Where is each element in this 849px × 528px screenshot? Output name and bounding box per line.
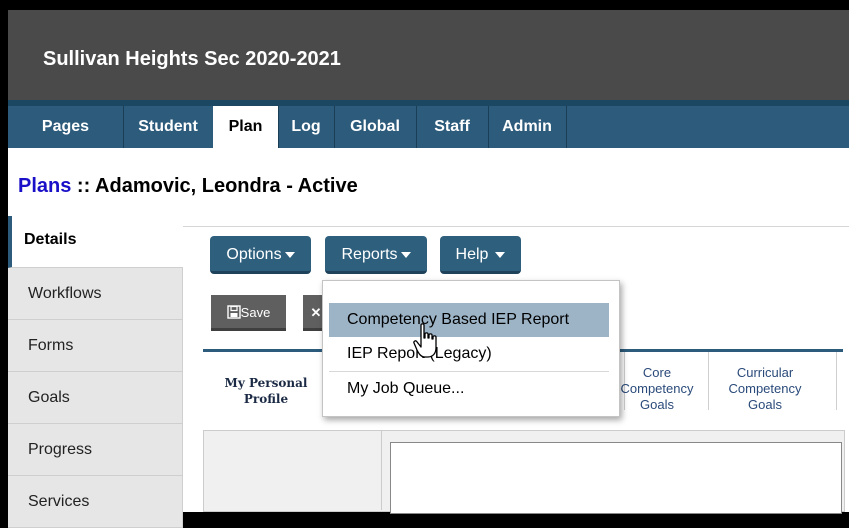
- plan-sidebar: Details Workflows Forms Goals Progress S…: [8, 216, 183, 528]
- subtab-line: Curricular: [736, 365, 794, 380]
- subtab-separator: [836, 352, 837, 410]
- sidebar-item-workflows[interactable]: Workflows: [8, 268, 183, 320]
- options-button[interactable]: Options: [210, 236, 311, 274]
- plans-link[interactable]: Plans: [18, 175, 71, 197]
- nav-tab-pages[interactable]: Pages: [8, 106, 124, 148]
- caret-down-icon: [495, 251, 506, 258]
- nav-tab-log[interactable]: Log: [278, 106, 335, 148]
- page-title-text: :: Adamovic, Leondra - Active: [71, 175, 358, 197]
- help-button-label: Help: [455, 246, 489, 263]
- subtab-line: Goals: [640, 397, 674, 412]
- subtab-curricular-competency-goals[interactable]: Curricular Competency Goals: [710, 365, 820, 413]
- caret-down-icon: [284, 251, 295, 258]
- menu-item-my-job-queue[interactable]: My Job Queue...: [329, 372, 609, 406]
- subtab-line: Competency: [728, 381, 802, 396]
- app-header: Sullivan Heights Sec 2020-2021: [8, 10, 849, 100]
- profile-text-area[interactable]: [390, 442, 842, 514]
- sidebar-item-goals[interactable]: Goals: [8, 372, 183, 424]
- options-button-label: Options: [226, 246, 282, 263]
- subtab-line: My Personal: [224, 376, 308, 390]
- reports-dropdown-menu: Competency Based IEP Report IEP Report (…: [322, 280, 620, 417]
- sidebar-item-forms[interactable]: Forms: [8, 320, 183, 372]
- save-button-label: Save: [240, 305, 271, 320]
- subtab-line: Profile: [243, 392, 289, 406]
- subtab-line: Competency: [620, 381, 694, 396]
- nav-tab-plan[interactable]: Plan: [213, 106, 279, 148]
- save-button[interactable]: Save: [211, 295, 286, 331]
- caret-down-icon: [400, 251, 411, 258]
- reports-button[interactable]: Reports: [325, 236, 427, 274]
- main-nav: Pages Student Plan Log Global Staff Admi…: [8, 100, 849, 148]
- menu-item-competency-iep-report[interactable]: Competency Based IEP Report: [329, 303, 609, 337]
- floppy-disk-icon: [226, 305, 241, 319]
- nav-tab-student[interactable]: Student: [123, 106, 214, 148]
- panel-divider: [381, 430, 382, 510]
- subtab-line: Core: [642, 365, 672, 380]
- app-title: Sullivan Heights Sec 2020-2021: [43, 48, 341, 70]
- close-icon: ✕: [310, 305, 322, 320]
- sidebar-item-services[interactable]: Services: [8, 476, 183, 528]
- nav-tab-staff[interactable]: Staff: [416, 106, 489, 148]
- hand-pointer-cursor-icon: [413, 323, 437, 358]
- help-button[interactable]: Help: [440, 236, 521, 274]
- nav-tab-admin[interactable]: Admin: [488, 106, 567, 148]
- subtab-line: Goals: [748, 397, 782, 412]
- menu-item-iep-report-legacy[interactable]: IEP Report (Legacy): [329, 337, 609, 371]
- page-title: Plans :: Adamovic, Leondra - Active: [18, 175, 358, 198]
- sidebar-item-progress[interactable]: Progress: [8, 424, 183, 476]
- nav-tab-global[interactable]: Global: [334, 106, 417, 148]
- sidebar-item-details[interactable]: Details: [8, 216, 183, 268]
- subtab-my-personal-profile[interactable]: My Personal Profile: [212, 375, 320, 407]
- reports-button-label: Reports: [341, 246, 398, 263]
- subtab-core-competency-goals[interactable]: Core Competency Goals: [610, 365, 704, 413]
- subtab-separator: [708, 352, 709, 410]
